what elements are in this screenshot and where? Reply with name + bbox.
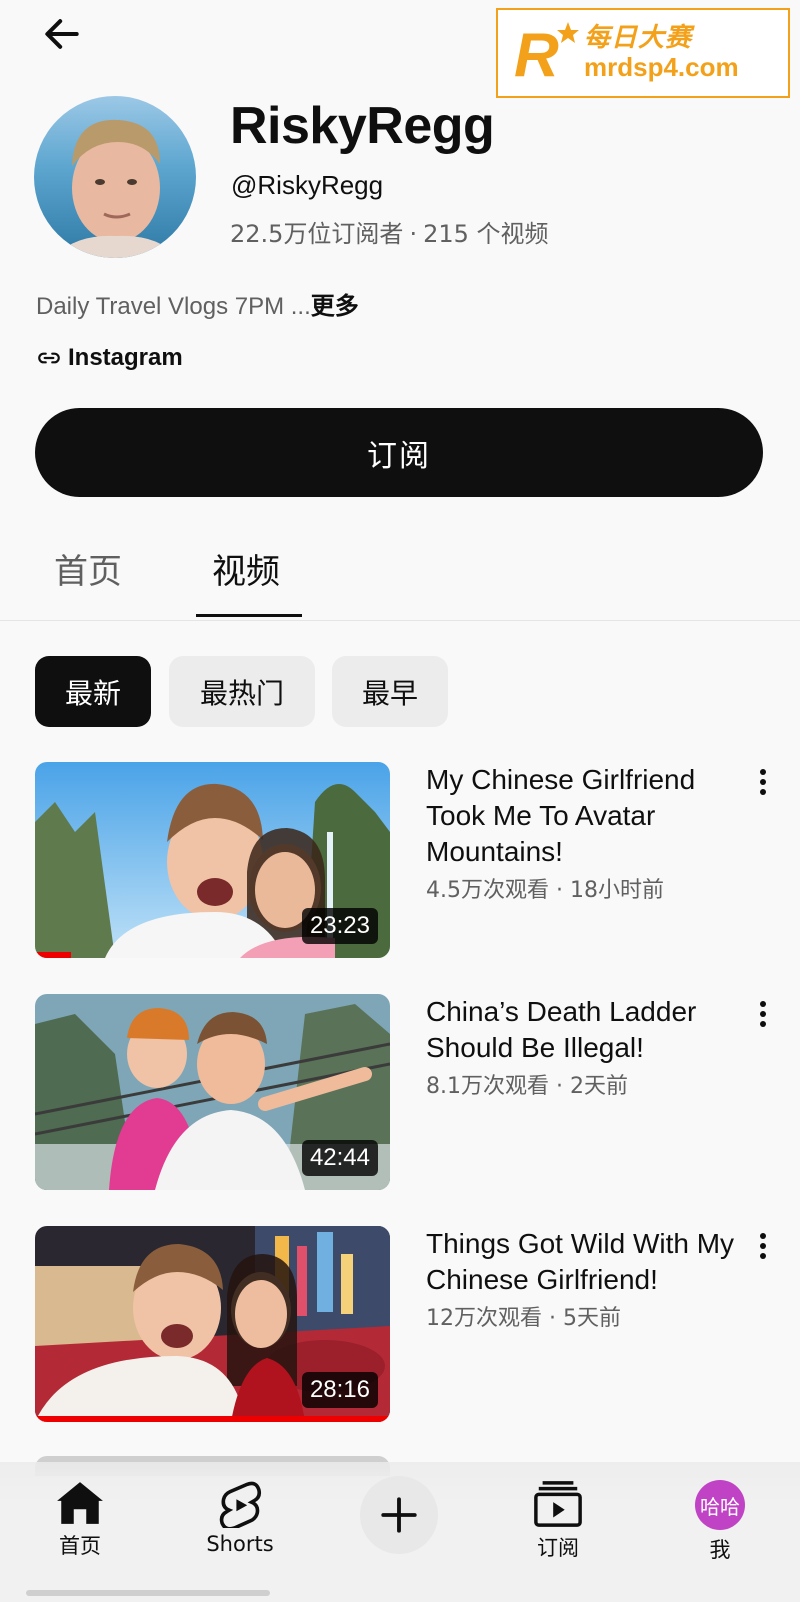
video-thumbnail[interactable]: 23:23 xyxy=(35,762,390,958)
video-duration: 42:44 xyxy=(301,1140,378,1176)
watermark-logo: R 每日大赛 mrdsp4.com xyxy=(496,8,790,98)
instagram-link-label: Instagram xyxy=(68,344,183,371)
bottom-nav: 首页 Shorts 订阅 哈哈 我 xyxy=(0,1462,800,1602)
instagram-link[interactable]: Instagram xyxy=(36,344,183,372)
create-button[interactable] xyxy=(360,1476,438,1554)
channel-name: RiskyRegg xyxy=(230,97,495,155)
video-meta: 12万次观看 · 5天前 xyxy=(426,1306,621,1331)
link-icon xyxy=(38,352,60,364)
nav-home[interactable]: 首页 xyxy=(20,1480,140,1560)
nav-shorts[interactable]: Shorts xyxy=(180,1480,300,1556)
video-thumbnail[interactable]: 28:16 xyxy=(35,1226,390,1422)
home-icon xyxy=(57,1482,103,1524)
video-title[interactable]: My Chinese Girlfriend Took Me To Avatar … xyxy=(426,762,736,870)
subscriber-count: 22.5万位订阅者 xyxy=(230,220,404,248)
nav-me[interactable]: 哈哈 我 xyxy=(660,1480,780,1564)
back-button[interactable] xyxy=(34,6,90,62)
video-more-button[interactable] xyxy=(748,994,778,1034)
chip-popular[interactable]: 最热门 xyxy=(169,656,315,727)
video-meta: 8.1万次观看 · 2天前 xyxy=(426,1074,628,1099)
tab-home[interactable]: 首页 xyxy=(54,544,122,593)
nav-subscriptions-label: 订阅 xyxy=(537,1536,579,1560)
stats-separator: · xyxy=(409,220,418,248)
video-thumbnail[interactable]: 42:44 xyxy=(35,994,390,1190)
plus-icon xyxy=(381,1497,417,1533)
channel-description[interactable]: Daily Travel Vlogs 7PM ...更多 xyxy=(36,286,359,321)
watch-progress xyxy=(35,1416,390,1422)
subscribe-button[interactable]: 订阅 xyxy=(35,408,763,497)
user-avatar: 哈哈 xyxy=(695,1480,745,1530)
svg-text:R: R xyxy=(514,21,559,88)
system-home-indicator[interactable] xyxy=(26,1590,270,1596)
watermark-url: mrdsp4.com xyxy=(584,52,739,82)
subscriptions-icon xyxy=(534,1481,582,1527)
video-title[interactable]: China’s Death Ladder Should Be Illegal! xyxy=(426,994,736,1066)
shorts-icon xyxy=(219,1481,262,1528)
back-arrow-icon xyxy=(45,19,79,49)
nav-shorts-label: Shorts xyxy=(206,1532,274,1556)
video-title[interactable]: Things Got Wild With My Chinese Girlfrie… xyxy=(426,1226,736,1298)
video-more-button[interactable] xyxy=(748,762,778,802)
channel-stats: 22.5万位订阅者 · 215 个视频 xyxy=(230,214,549,249)
video-more-button[interactable] xyxy=(748,1226,778,1266)
nav-home-label: 首页 xyxy=(59,1534,101,1558)
video-duration: 23:23 xyxy=(301,908,378,944)
watermark-r-logo: R xyxy=(514,21,579,88)
watermark-cn-text: 每日大赛 xyxy=(584,23,693,54)
tab-videos[interactable]: 视频 xyxy=(212,544,280,593)
watch-progress xyxy=(35,952,71,958)
tab-selected-indicator xyxy=(196,614,302,617)
video-meta: 4.5万次观看 · 18小时前 xyxy=(426,878,664,903)
kebab-menu-icon xyxy=(760,1233,766,1259)
tabs-divider xyxy=(0,620,800,621)
chip-latest[interactable]: 最新 xyxy=(35,656,151,727)
nav-subscriptions[interactable]: 订阅 xyxy=(498,1480,618,1562)
chip-oldest[interactable]: 最早 xyxy=(332,656,448,727)
description-more-link[interactable]: 更多 xyxy=(311,293,359,320)
video-duration: 28:16 xyxy=(301,1372,378,1408)
video-count: 215 个视频 xyxy=(423,220,549,248)
nav-me-label: 我 xyxy=(709,1538,731,1562)
channel-avatar[interactable] xyxy=(34,96,196,258)
channel-handle: @RiskyRegg xyxy=(231,170,384,200)
description-text: Daily Travel Vlogs 7PM ... xyxy=(36,293,311,320)
kebab-menu-icon xyxy=(760,769,766,795)
kebab-menu-icon xyxy=(760,1001,766,1027)
